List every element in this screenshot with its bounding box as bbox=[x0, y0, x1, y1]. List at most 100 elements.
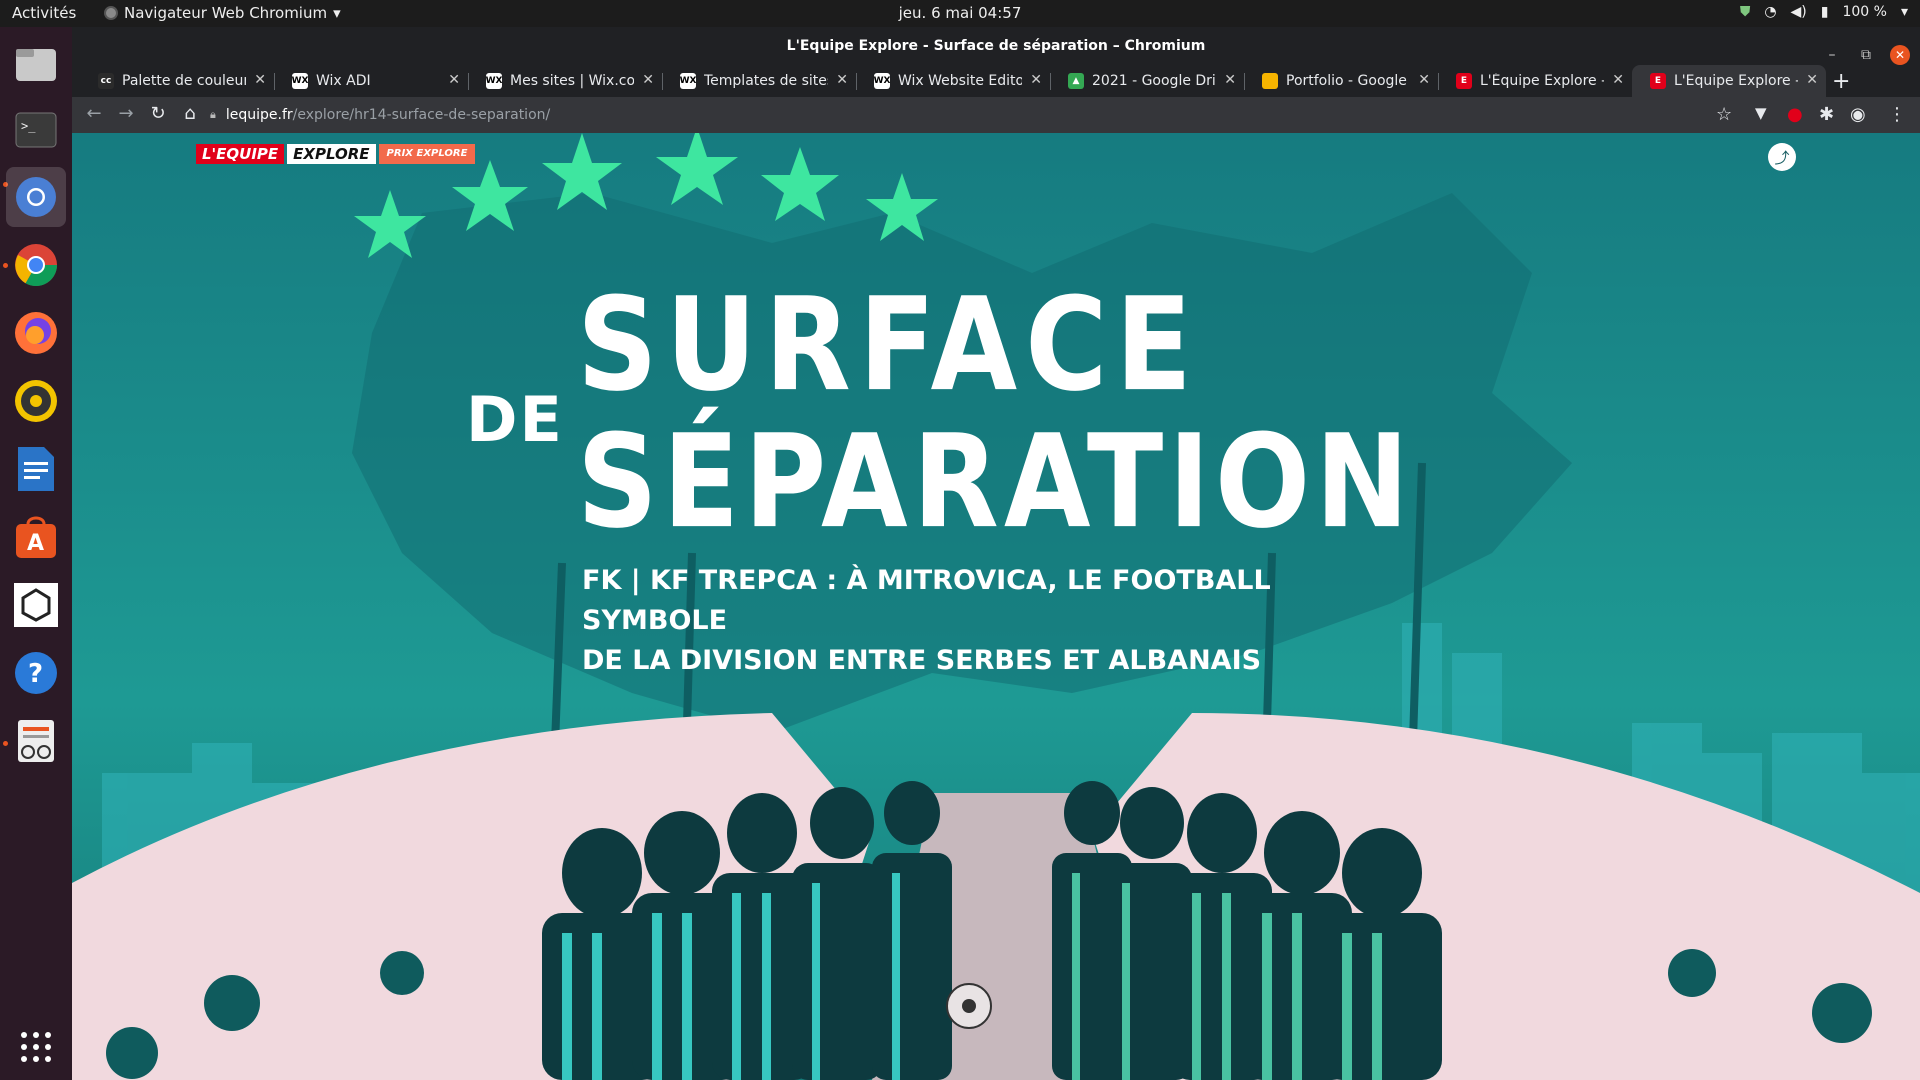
close-window-button[interactable]: ✕ bbox=[1890, 45, 1910, 65]
window-title: L'Equipe Explore - Surface de séparation… bbox=[786, 38, 1206, 54]
tab-title: Wix ADI bbox=[316, 73, 371, 89]
page-content: L'EQUIPE EXPLORE PRIX EXPLORE ⤴ DE SURFA… bbox=[72, 133, 1920, 1080]
tab-close-icon[interactable]: ✕ bbox=[448, 72, 460, 88]
tab-title: Wix Website Editor bbox=[898, 73, 1022, 89]
subtitle-line-2: DE LA DIVISION ENTRE SERBES ET ALBANAIS bbox=[582, 645, 1262, 676]
svg-text:?: ? bbox=[28, 659, 43, 689]
system-top-bar: Activités Navigateur Web Chromium ▾ jeu.… bbox=[0, 0, 1920, 27]
tab-favicon-icon: cc bbox=[98, 73, 114, 89]
shield-icon[interactable]: ⛊ bbox=[1740, 4, 1751, 20]
tab-close-icon[interactable]: ✕ bbox=[254, 72, 266, 88]
system-tray[interactable]: ⛊ ◔ ◀) ▮ 100 % ▾ bbox=[1740, 4, 1908, 20]
tab-title: 2021 - Google Drive bbox=[1092, 73, 1216, 89]
tab-favicon-icon: E bbox=[1456, 73, 1472, 89]
activities-button[interactable]: Activités bbox=[12, 4, 76, 22]
browser-tab[interactable]: E L'Équipe Explore - L ✕ bbox=[1438, 65, 1632, 97]
help-icon[interactable]: ? bbox=[11, 648, 61, 698]
tab-title: Palette de couleurs bbox=[122, 73, 246, 89]
tab-strip: cc Palette de couleurs ✕ WX Wix ADI ✕ WX Mes si… bbox=[72, 65, 1920, 97]
chromium-icon[interactable] bbox=[6, 167, 66, 227]
running-indicator bbox=[3, 741, 8, 746]
extensions-puzzle-icon[interactable]: ✱ bbox=[1819, 104, 1834, 125]
tab-favicon-icon: WX bbox=[486, 73, 502, 89]
browser-toolbar: ← → ↻ ⌂ 🔒︎ lequipe.fr/explore/hr14-surfa… bbox=[72, 97, 1920, 133]
browser-tab[interactable]: Portfolio - Google S ✕ bbox=[1244, 65, 1438, 97]
browser-tab[interactable]: WX Templates de sites ✕ bbox=[662, 65, 856, 97]
share-icon[interactable]: ⤴ bbox=[1768, 143, 1796, 171]
browser-tab[interactable]: E L'Equipe Explore - S ✕ bbox=[1632, 65, 1826, 97]
dock: >_ A ? bbox=[0, 27, 72, 1080]
app-menu-label: Navigateur Web Chromium bbox=[124, 4, 328, 22]
reader-icon[interactable] bbox=[11, 716, 61, 766]
tab-title: L'Equipe Explore - S bbox=[1674, 73, 1798, 89]
chevron-down-icon: ▾ bbox=[333, 4, 341, 22]
volume-icon[interactable]: ◀) bbox=[1791, 4, 1807, 20]
tab-close-icon[interactable]: ✕ bbox=[1030, 72, 1042, 88]
browser-window: L'Equipe Explore - Surface de séparation… bbox=[72, 27, 1920, 1080]
extension-badge-icon[interactable]: ● bbox=[1787, 104, 1803, 125]
tab-close-icon[interactable]: ✕ bbox=[1612, 72, 1624, 88]
tab-close-icon[interactable]: ✕ bbox=[836, 72, 848, 88]
software-icon[interactable]: A bbox=[11, 512, 61, 562]
chevron-down-icon[interactable]: ▾ bbox=[1901, 4, 1908, 20]
title-line-2: SÉPARATION bbox=[577, 407, 1414, 558]
battery-label: 100 % bbox=[1842, 4, 1887, 20]
logo-explore: EXPLORE bbox=[287, 144, 376, 164]
tab-close-icon[interactable]: ✕ bbox=[1418, 72, 1430, 88]
window-titlebar[interactable]: L'Equipe Explore - Surface de séparation… bbox=[72, 27, 1920, 65]
tab-close-icon[interactable]: ✕ bbox=[1806, 72, 1818, 88]
firefox-icon[interactable] bbox=[11, 308, 61, 358]
lequipe-explore-logo[interactable]: L'EQUIPE EXPLORE PRIX EXPLORE bbox=[196, 144, 476, 164]
wifi-icon[interactable]: ◔ bbox=[1764, 4, 1776, 20]
url-host: lequipe.fr bbox=[225, 107, 293, 123]
logo-prix-explore: PRIX EXPLORE bbox=[378, 144, 476, 164]
forward-button[interactable]: → bbox=[114, 103, 138, 124]
bookmark-star-icon[interactable]: ☆ bbox=[1716, 104, 1732, 125]
subtitle: FK | KF TREPCA : À MITROVICA, LE FOOTBAL… bbox=[582, 561, 1382, 681]
chrome-icon[interactable] bbox=[11, 240, 61, 290]
tab-title: L'Équipe Explore - L bbox=[1480, 73, 1604, 89]
logo-lequipe: L'EQUIPE bbox=[196, 144, 285, 164]
browser-tab[interactable]: WX Mes sites | Wix.com ✕ bbox=[468, 65, 662, 97]
show-apps-icon[interactable] bbox=[11, 1022, 61, 1072]
browser-tab[interactable]: cc Palette de couleurs ✕ bbox=[80, 65, 274, 97]
writer-icon[interactable] bbox=[11, 444, 61, 494]
address-bar[interactable]: 🔒︎ lequipe.fr/explore/hr14-surface-de-se… bbox=[210, 99, 1810, 131]
unity-icon[interactable] bbox=[11, 580, 61, 630]
svg-text:>_: >_ bbox=[21, 119, 36, 133]
subtitle-line-1: FK | KF TREPCA : À MITROVICA, LE FOOTBAL… bbox=[582, 565, 1271, 636]
title-line-1: SURFACE bbox=[577, 270, 1200, 421]
tab-title: Mes sites | Wix.com bbox=[510, 73, 634, 89]
title-de: DE bbox=[466, 383, 564, 456]
battery-icon[interactable]: ▮ bbox=[1821, 4, 1829, 20]
tab-title: Templates de sites bbox=[704, 73, 828, 89]
tab-favicon-icon: WX bbox=[680, 73, 696, 89]
tab-favicon-icon bbox=[1262, 73, 1278, 89]
url-path: /explore/hr14-surface-de-separation/ bbox=[292, 107, 551, 123]
app-menu[interactable]: Navigateur Web Chromium ▾ bbox=[104, 4, 341, 22]
tab-close-icon[interactable]: ✕ bbox=[642, 72, 654, 88]
extension-v-icon[interactable]: ▼ bbox=[1755, 104, 1767, 122]
files-icon[interactable] bbox=[11, 39, 61, 89]
back-button[interactable]: ← bbox=[82, 103, 106, 124]
home-button[interactable]: ⌂ bbox=[178, 103, 202, 124]
tab-favicon-icon: WX bbox=[292, 73, 308, 89]
svg-text:A: A bbox=[27, 531, 44, 556]
chromium-small-icon bbox=[104, 6, 118, 20]
reload-button[interactable]: ↻ bbox=[146, 103, 170, 124]
tab-favicon-icon: WX bbox=[874, 73, 890, 89]
tab-close-icon[interactable]: ✕ bbox=[1224, 72, 1236, 88]
running-indicator bbox=[3, 263, 8, 268]
browser-tab[interactable]: WX Wix ADI ✕ bbox=[274, 65, 468, 97]
menu-kebab-icon[interactable]: ⋮ bbox=[1888, 104, 1906, 125]
tab-title: Portfolio - Google S bbox=[1286, 73, 1410, 89]
browser-tab[interactable]: ▲ 2021 - Google Drive ✕ bbox=[1050, 65, 1244, 97]
new-tab-button[interactable]: + bbox=[1832, 69, 1850, 94]
lock-icon[interactable]: 🔒︎ bbox=[210, 108, 216, 122]
browser-tab[interactable]: WX Wix Website Editor ✕ bbox=[856, 65, 1050, 97]
rhythmbox-icon[interactable] bbox=[11, 376, 61, 426]
tab-favicon-icon: ▲ bbox=[1068, 73, 1084, 89]
terminal-icon[interactable]: >_ bbox=[11, 105, 61, 155]
tab-favicon-icon: E bbox=[1650, 73, 1666, 89]
profile-avatar-icon[interactable]: ◉ bbox=[1850, 104, 1866, 125]
